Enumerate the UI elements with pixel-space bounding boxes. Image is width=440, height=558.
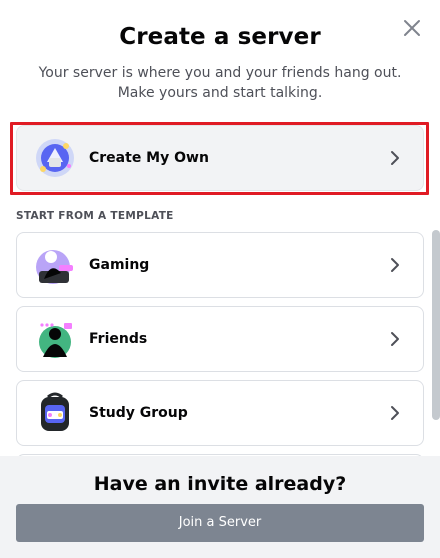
modal-title: Create a server (119, 24, 321, 50)
chevron-right-icon (387, 150, 403, 166)
template-section-header: START FROM A TEMPLATE (16, 210, 174, 222)
chevron-right-icon (387, 331, 403, 347)
template-study-group-option[interactable]: Study Group (16, 380, 424, 446)
template-friends-label: Friends (89, 331, 148, 347)
chevron-right-icon (387, 405, 403, 421)
study-group-illustration (33, 391, 77, 435)
template-friends-option[interactable]: Friends (16, 306, 424, 372)
modal-subtitle: Your server is where you and your friend… (38, 65, 402, 101)
create-server-illustration (33, 136, 77, 180)
scrollbar-thumb[interactable] (432, 230, 440, 420)
footer: Have an invite already? Join a Server (0, 456, 440, 558)
options-list: Create My Own START FROM A TEMPLATE Gami… (0, 118, 440, 456)
template-gaming-label: Gaming (89, 257, 150, 273)
join-server-button[interactable]: Join a Server (16, 504, 424, 542)
invite-heading: Have an invite already? (93, 473, 347, 495)
create-my-own-option[interactable]: Create My Own (16, 125, 424, 191)
template-study-group-label: Study Group (89, 405, 188, 421)
chevron-right-icon (387, 257, 403, 273)
create-my-own-label: Create My Own (89, 150, 209, 166)
create-server-modal: Create a server Your server is where you… (0, 0, 440, 558)
template-gaming-option[interactable]: Gaming (16, 232, 424, 298)
gaming-illustration (33, 243, 77, 287)
friends-illustration (33, 317, 77, 361)
